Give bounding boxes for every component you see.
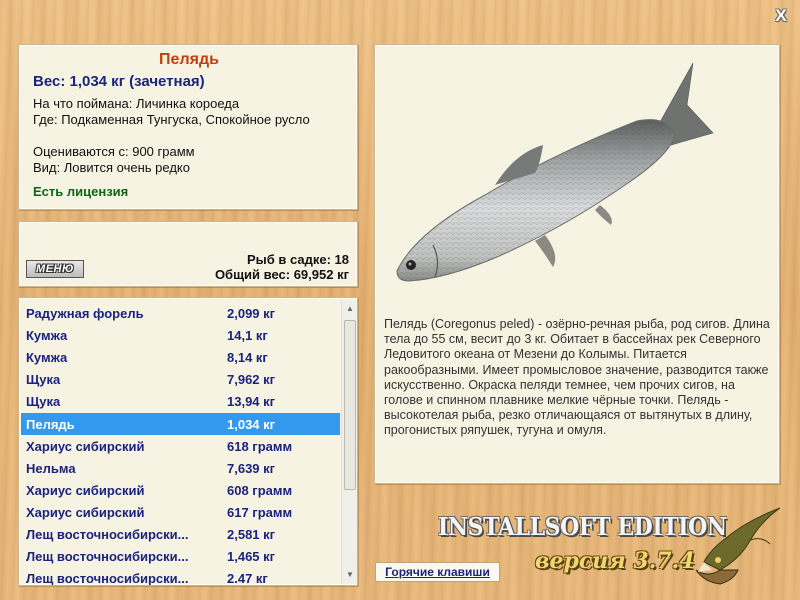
catch-list-row[interactable]: Кумжа 8,14 кг [21,346,340,368]
fish-title: Пелядь [159,51,219,68]
catch-row-name: Лещ восточносибирски... [26,549,189,565]
scroll-down-icon[interactable]: ▼ [342,568,357,582]
hotkeys-button[interactable]: Горячие клавиши [375,562,500,582]
catch-list-row[interactable]: Хариус сибирский 608 грамм [21,479,340,501]
catch-row-weight: 1,465 кг [227,549,276,565]
catch-list-row[interactable]: Хариус сибирский 618 грамм [21,435,340,457]
pike-logo-icon [695,507,781,585]
edition-label: INSTALLSOFT EDITION [438,512,727,541]
catch-list[interactable]: Радужная форель 2,099 кг Кумжа 14,1 кг Кумжа… [18,297,358,586]
scroll-up-icon[interactable]: ▲ [342,302,357,316]
fish-location: Где: Подкаменная Тунгуска, Спокойное рус… [33,112,310,127]
catch-list-row[interactable]: Кумжа 14,1 кг [21,324,340,346]
catch-row-weight: 618 грамм [227,438,293,454]
catch-row-weight: 1,034 кг [227,416,276,432]
fish-image-panel: Пелядь (Coregonus peled) - озёрно-речная… [374,44,780,484]
close-icon[interactable]: X [771,6,791,26]
scroll-thumb[interactable] [344,320,356,490]
catch-list-row[interactable]: Лещ восточносибирски... 1,465 кг [21,545,340,567]
catch-list-row[interactable]: Хариус сибирский 617 грамм [21,501,340,523]
catch-row-name: Кумжа [26,350,68,366]
catch-row-weight: 8,14 кг [227,350,268,366]
fish-bait: На что поймана: Личинка короеда [33,96,240,111]
fish-kind: Вид: Ловится очень редко [33,160,190,175]
fish-description: Пелядь (Coregonus peled) - озёрно-речная… [384,317,770,438]
catch-list-row[interactable]: Радужная форель 2,099 кг [21,302,340,324]
catch-list-row[interactable]: Нельма 7,639 кг [21,457,340,479]
catch-row-weight: 14,1 кг [227,328,268,344]
catch-row-name: Лещ восточносибирски... [26,527,189,542]
catch-list-row[interactable]: Щука 7,962 кг [21,368,340,390]
catch-row-weight: 608 грамм [227,482,293,498]
fish-weight: Вес: 1,034 кг (зачетная) [33,73,205,90]
total-weight: Общий вес: 69,952 кг [214,267,349,282]
catch-list-row[interactable]: Пелядь 1,034 кг [21,412,340,435]
menu-button[interactable]: МЕНЮ [26,260,84,278]
catch-row-name: Хариус сибирский [26,504,145,520]
catch-row-name: Щука [26,394,61,410]
scrollbar[interactable]: ▲ ▼ [341,300,357,584]
catch-row-name: Щука [26,372,61,388]
catch-row-weight: 2,581 кг [227,527,276,542]
catch-row-name: Нельма [26,460,76,476]
keepnet-stats-panel: МЕНЮ Рыб в садке: 18 Общий вес: 69,952 к… [18,221,358,287]
fish-count: Рыб в садке: 18 [246,252,349,267]
catch-row-name: Радужная форель [26,306,144,321]
catch-list-row[interactable]: Лещ восточносибирски... 2,581 кг [21,523,340,545]
catch-row-weight: 13,94 кг [227,394,276,410]
catch-row-name: Хариус сибирский [26,482,145,498]
catch-row-name: Пелядь [26,416,75,432]
catch-row-weight: 2,099 кг [227,306,276,321]
catch-row-name: Кумжа [26,328,68,344]
version-label: версия 3.7.4 [535,548,695,574]
catch-row-weight: 7,962 кг [227,372,276,388]
catch-list-row[interactable]: Лещ восточносибирски... 2.47 кг [21,567,340,586]
catch-row-name: Лещ восточносибирски... [26,571,189,586]
fish-info-panel: Пелядь Вес: 1,034 кг (зачетная) На что п… [18,44,358,210]
catch-row-name: Хариус сибирский [26,438,145,454]
catch-list-row[interactable]: Щука 13,94 кг [21,390,340,412]
fish-valued-from: Оцениваются с: 900 грамм [33,144,195,159]
catch-row-weight: 2.47 кг [227,571,268,586]
license-status: Есть лицензия [33,184,129,199]
catch-row-weight: 617 грамм [227,504,293,520]
fish-image [396,62,714,282]
catch-row-weight: 7,639 кг [227,460,276,476]
